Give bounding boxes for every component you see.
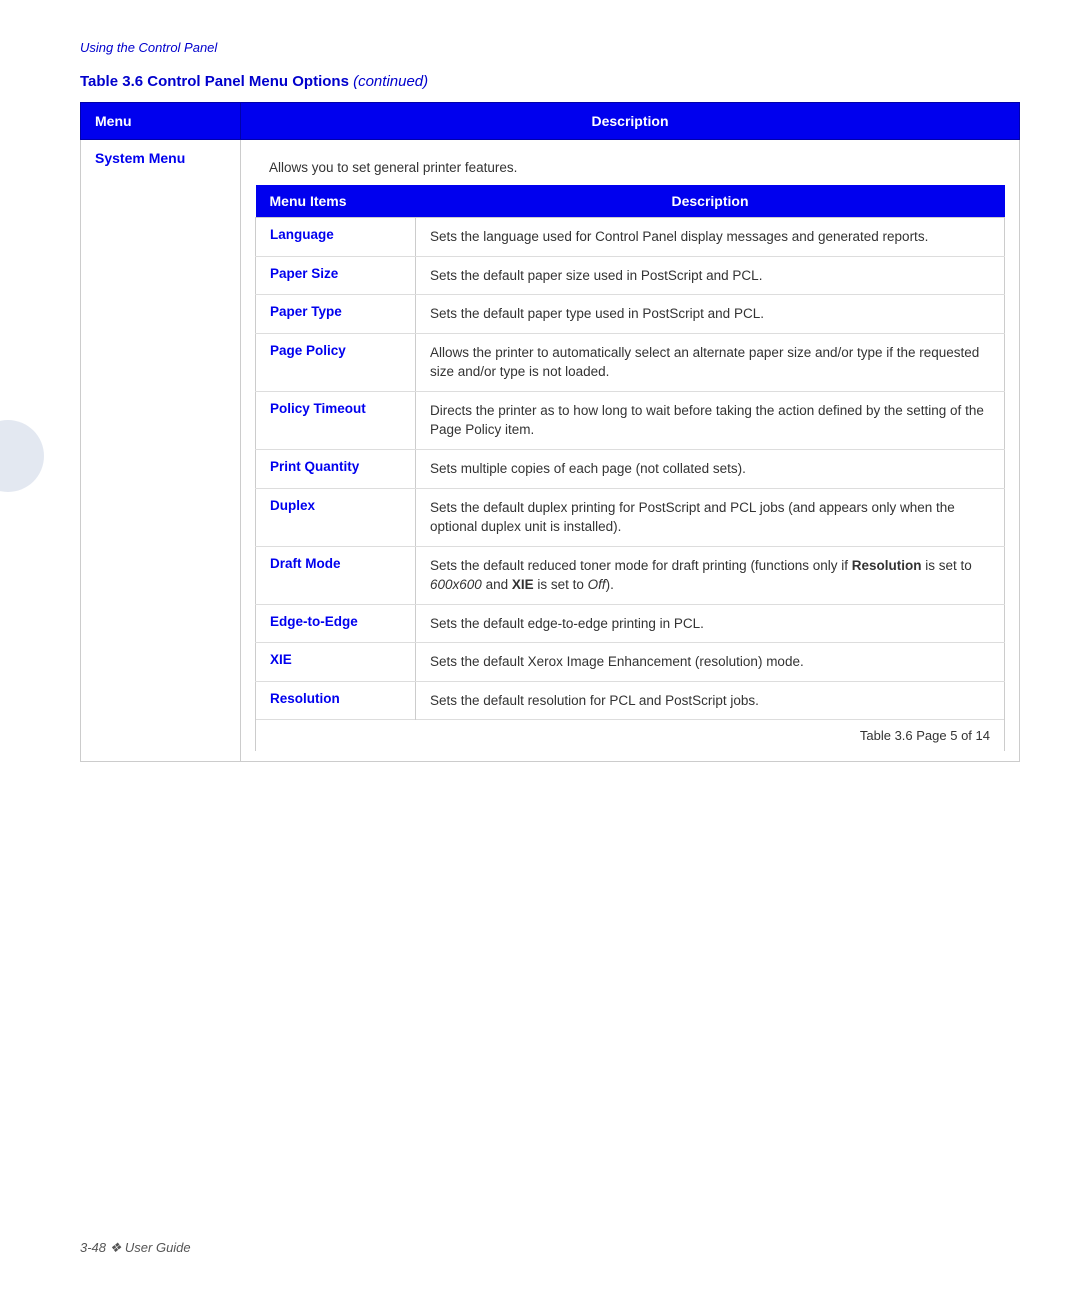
table-row: Print QuantitySets multiple copies of ea…	[256, 449, 1005, 488]
table-row: XIESets the default Xerox Image Enhancem…	[256, 643, 1005, 682]
menu-item-name: Page Policy	[256, 333, 416, 391]
page-footer-row: Table 3.6 Page 5 of 14	[256, 720, 1005, 752]
table-row: Draft ModeSets the default reduced toner…	[256, 546, 1005, 604]
table-row: LanguageSets the language used for Contr…	[256, 218, 1005, 257]
menu-item-description: Allows the printer to automatically sele…	[416, 333, 1005, 391]
menu-item-description: Sets the default Xerox Image Enhancement…	[416, 643, 1005, 682]
page-ref: Table 3.6 Page 5 of 14	[256, 720, 1005, 752]
system-menu-label: System Menu	[81, 140, 241, 762]
menu-item-description: Sets the default paper type used in Post…	[416, 295, 1005, 334]
inner-table: Menu Items Description LanguageSets the …	[255, 185, 1005, 751]
menu-item-name: Paper Type	[256, 295, 416, 334]
main-table: Menu Description System Menu Allows you …	[80, 102, 1020, 762]
table-title: Table 3.6 Control Panel Menu Options (co…	[80, 73, 1020, 90]
menu-item-description: Sets multiple copies of each page (not c…	[416, 449, 1005, 488]
decorative-circle	[0, 420, 44, 492]
menu-item-description: Sets the default duplex printing for Pos…	[416, 488, 1005, 546]
table-row: Policy TimeoutDirects the printer as to …	[256, 391, 1005, 449]
table-row: Paper SizeSets the default paper size us…	[256, 256, 1005, 295]
table-row: Edge-to-EdgeSets the default edge-to-edg…	[256, 604, 1005, 643]
table-row: ResolutionSets the default resolution fo…	[256, 681, 1005, 720]
menu-item-name: XIE	[256, 643, 416, 682]
description-header: Description	[241, 103, 1020, 140]
page-subtitle: Using the Control Panel	[80, 40, 1020, 55]
menu-item-name: Print Quantity	[256, 449, 416, 488]
footer-label: 3-48 ❖ User Guide	[80, 1240, 191, 1256]
items-header: Menu Items	[256, 185, 416, 218]
menu-item-description: Sets the language used for Control Panel…	[416, 218, 1005, 257]
table-row: Paper TypeSets the default paper type us…	[256, 295, 1005, 334]
menu-item-description: Sets the default resolution for PCL and …	[416, 681, 1005, 720]
menu-item-name: Resolution	[256, 681, 416, 720]
menu-item-description: Sets the default edge-to-edge printing i…	[416, 604, 1005, 643]
menu-item-name: Draft Mode	[256, 546, 416, 604]
menu-header: Menu	[81, 103, 241, 140]
system-menu-intro: Allows you to set general printer featur…	[255, 150, 1005, 185]
inner-header-row: Menu Items Description	[256, 185, 1005, 218]
system-menu-row: System Menu Allows you to set general pr…	[81, 140, 1020, 762]
menu-item-name: Policy Timeout	[256, 391, 416, 449]
system-menu-content: Allows you to set general printer featur…	[241, 140, 1020, 762]
menu-item-description: Sets the default reduced toner mode for …	[416, 546, 1005, 604]
main-header-row: Menu Description	[81, 103, 1020, 140]
table-row: DuplexSets the default duplex printing f…	[256, 488, 1005, 546]
inner-description-header: Description	[416, 185, 1005, 218]
menu-item-name: Duplex	[256, 488, 416, 546]
menu-item-description: Directs the printer as to how long to wa…	[416, 391, 1005, 449]
menu-item-description: Sets the default paper size used in Post…	[416, 256, 1005, 295]
table-row: Page PolicyAllows the printer to automat…	[256, 333, 1005, 391]
menu-item-name: Language	[256, 218, 416, 257]
menu-item-name: Paper Size	[256, 256, 416, 295]
menu-item-name: Edge-to-Edge	[256, 604, 416, 643]
